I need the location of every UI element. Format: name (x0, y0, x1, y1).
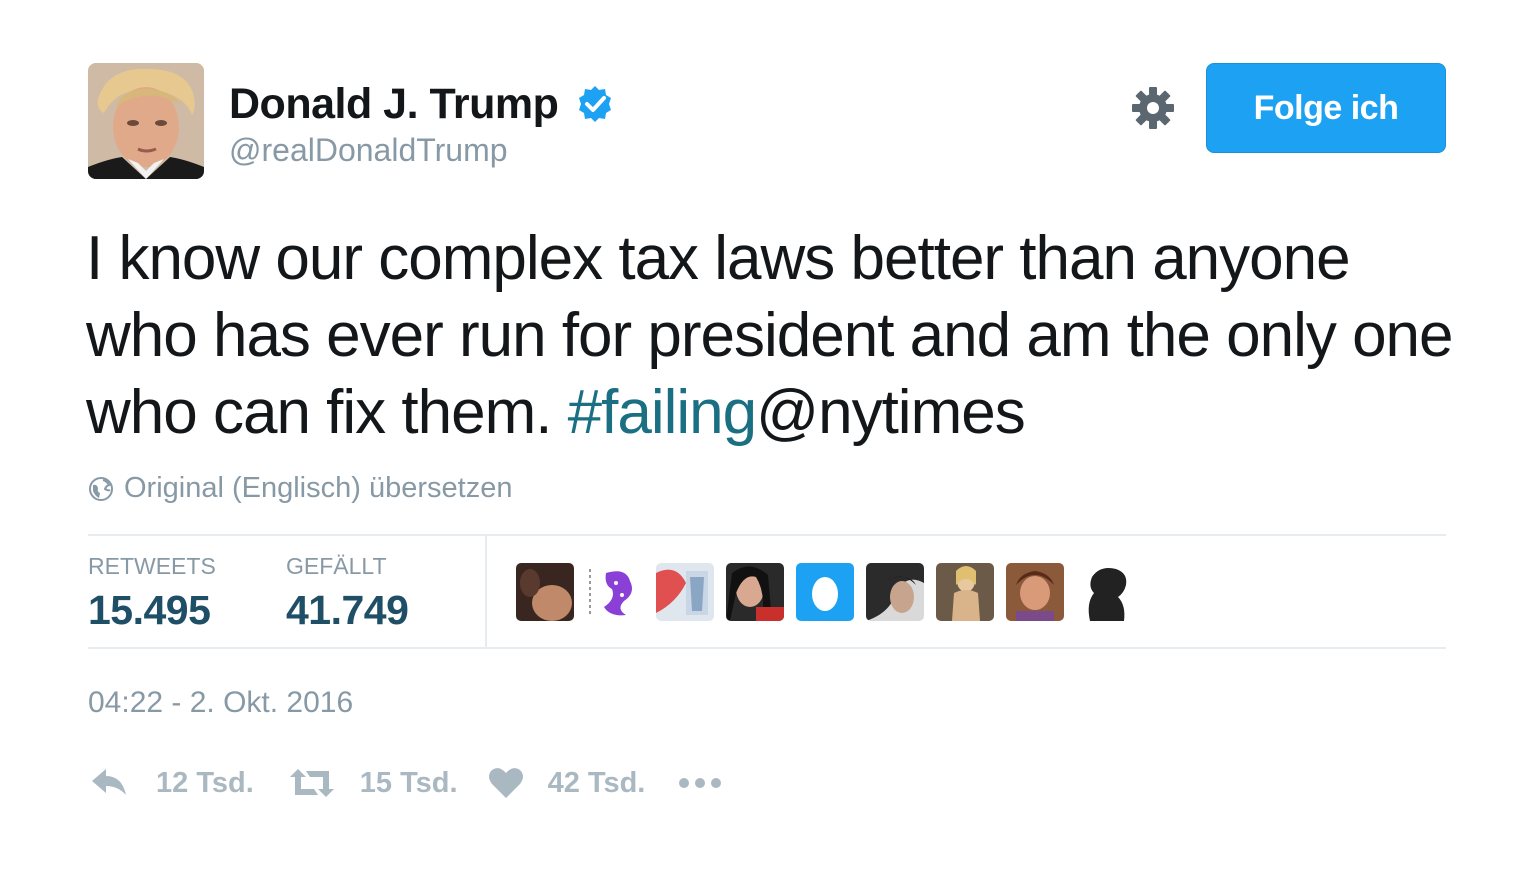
globe-icon (89, 476, 113, 501)
liker-avatar[interactable] (1006, 563, 1064, 621)
likes-count[interactable]: 41.749 (286, 587, 409, 634)
tweet-text: I know our complex tax laws better than … (86, 220, 1456, 451)
liker-avatar[interactable] (516, 563, 574, 621)
more-icon (679, 778, 722, 788)
verified-badge-icon (579, 86, 611, 122)
translate-link[interactable]: Original (Englisch) übersetzen (88, 472, 512, 505)
gear-icon[interactable] (1130, 85, 1176, 131)
retweets-label: RETWEETS (88, 553, 216, 579)
divider (88, 647, 1446, 649)
retweets-count[interactable]: 15.495 (88, 587, 211, 634)
liker-avatar[interactable] (796, 563, 854, 621)
retweet-button[interactable]: 15 Tsd. (288, 765, 458, 801)
action-bar: 12 Tsd. 15 Tsd. 42 Tsd. (88, 760, 723, 806)
translate-label: Original (Englisch) übersetzen (124, 472, 513, 504)
more-button[interactable] (677, 776, 723, 790)
timestamp[interactable]: 04:22 - 2. Okt. 2016 (88, 686, 353, 720)
stats-divider (485, 536, 487, 648)
like-count: 42 Tsd. (547, 766, 646, 799)
liker-avatar[interactable] (726, 563, 784, 621)
liker-avatar[interactable] (656, 563, 714, 621)
divider (88, 534, 1446, 536)
reply-count: 12 Tsd. (156, 766, 254, 799)
liker-avatar[interactable] (1076, 563, 1134, 621)
liker-avatars (516, 563, 1134, 621)
user-name[interactable]: Donald J. Trump (229, 80, 559, 129)
retweet-icon (289, 769, 334, 797)
like-button[interactable]: 42 Tsd. (488, 766, 646, 800)
likes-label: GEFÄLLT (286, 553, 387, 579)
liker-avatar[interactable] (936, 563, 994, 621)
hashtag-link[interactable]: #failing (568, 378, 757, 447)
retweet-count: 15 Tsd. (359, 766, 458, 799)
reply-button[interactable]: 12 Tsd. (88, 765, 254, 801)
reply-icon (92, 769, 126, 795)
heart-icon (488, 768, 523, 798)
liker-avatar[interactable] (586, 563, 644, 621)
mention-link[interactable]: @nytimes (756, 378, 1026, 447)
tweet-card: Donald J. Trump @realDonaldTrump Folge i… (0, 0, 1536, 874)
liker-avatar[interactable] (866, 563, 924, 621)
avatar[interactable] (88, 63, 204, 179)
user-handle[interactable]: @realDonaldTrump (229, 132, 508, 169)
follow-button[interactable]: Folge ich (1206, 63, 1446, 153)
